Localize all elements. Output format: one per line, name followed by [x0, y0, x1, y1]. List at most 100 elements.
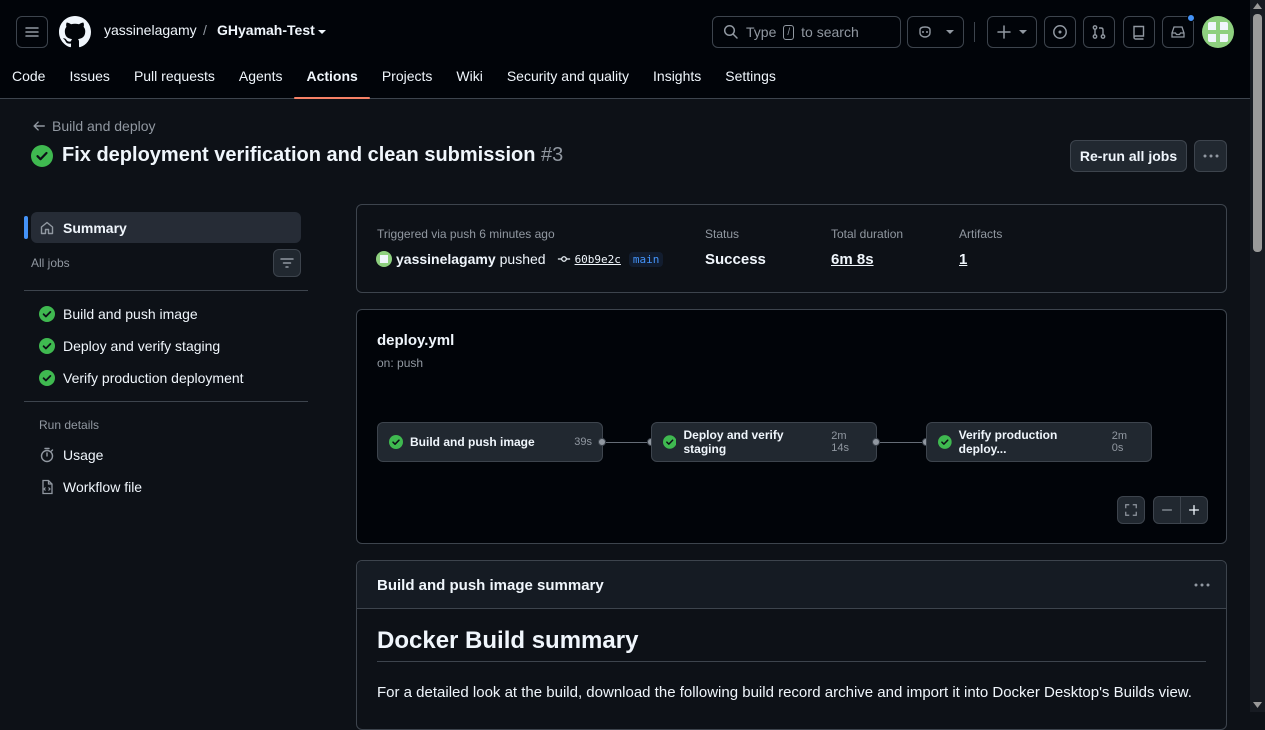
nav-pull-requests[interactable]: Pull requests	[122, 66, 227, 99]
graph-connector-dot	[598, 438, 606, 446]
breadcrumb-separator: /	[203, 22, 207, 38]
check-circle-icon	[39, 338, 55, 354]
graph-job-duration: 39s	[574, 436, 592, 448]
sidebar-item-workflow-file[interactable]: Workflow file	[39, 479, 142, 495]
sidebar-job[interactable]: Build and push image	[39, 306, 198, 322]
repo-name-link[interactable]: GHyamah-Test	[217, 22, 315, 38]
commit-link[interactable]: 60b9e2c	[575, 253, 621, 266]
nav-agents[interactable]: Agents	[227, 66, 295, 99]
check-circle-icon	[39, 370, 55, 386]
nav-issues[interactable]: Issues	[57, 66, 121, 99]
status-label: Status	[705, 227, 740, 241]
job-summary-title: Build and push image summary	[377, 577, 604, 594]
zoom-out-button[interactable]	[1153, 496, 1181, 524]
heading-rule	[377, 661, 1206, 662]
pull-requests-button[interactable]	[1083, 16, 1115, 48]
workflow-file-name[interactable]: deploy.yml	[377, 332, 454, 349]
sidebar-job[interactable]: Deploy and verify staging	[39, 338, 220, 354]
stopwatch-icon	[40, 447, 54, 463]
graph-job-production[interactable]: Verify production deploy... 2m 0s	[926, 422, 1152, 462]
summary-paragraph: For a detailed look at the build, downlo…	[377, 684, 1192, 701]
sidebar-job-label: Deploy and verify staging	[63, 338, 221, 354]
graph-job-build[interactable]: Build and push image 39s	[377, 422, 603, 462]
sidebar-item-usage[interactable]: Usage	[39, 447, 103, 463]
header-divider	[974, 22, 975, 42]
home-icon	[40, 221, 54, 234]
minus-icon	[1161, 509, 1173, 511]
sidebar-job-label: Verify production deployment	[63, 370, 244, 386]
workflow-graph-panel: deploy.yml on: push Build and push image…	[356, 309, 1227, 544]
sidebar-divider	[24, 290, 308, 291]
zoom-in-button[interactable]	[1180, 496, 1208, 524]
trigger-detail: yassinelagamy pushed 60b9e2c main	[376, 251, 664, 267]
graph-job-duration: 2m 0s	[1111, 430, 1128, 454]
summary-label: Summary	[63, 219, 127, 236]
filter-jobs-button[interactable]	[273, 249, 301, 277]
job-summary-panel: Build and push image summary Docker Buil…	[356, 560, 1227, 730]
rerun-all-jobs-button[interactable]: Re-run all jobs	[1070, 140, 1187, 172]
nav-code[interactable]: Code	[0, 66, 57, 99]
file-code-icon	[42, 479, 53, 495]
run-meta-panel: Triggered via push 6 minutes ago yassine…	[356, 204, 1227, 293]
pull-request-icon	[1092, 25, 1106, 39]
plus-icon	[997, 25, 1011, 39]
graph-edge	[880, 442, 922, 443]
caret-down-icon[interactable]	[317, 28, 327, 36]
fullscreen-icon	[1125, 504, 1137, 516]
nav-settings[interactable]: Settings	[713, 66, 788, 99]
caret-down-icon	[945, 30, 954, 34]
sidebar-job[interactable]: Verify production deployment	[39, 370, 244, 386]
nav-insights[interactable]: Insights	[641, 66, 713, 99]
search-suffix: to search	[801, 24, 859, 40]
arrow-left-icon	[33, 121, 45, 131]
nav-projects[interactable]: Projects	[370, 66, 445, 99]
nav-actions[interactable]: Actions	[294, 66, 371, 99]
artifacts-link[interactable]: 1	[959, 251, 967, 268]
check-circle-icon	[39, 306, 55, 322]
nav-wiki[interactable]: Wiki	[444, 66, 494, 99]
job-summary-header: Build and push image summary	[357, 561, 1226, 609]
actor-avatar[interactable]	[376, 251, 392, 267]
run-title-text: Fix deployment verification and clean su…	[62, 144, 536, 166]
graph-job-name: Verify production deploy...	[958, 428, 1058, 456]
sidebar-item-summary[interactable]: Summary	[31, 212, 301, 243]
page-scrollbar[interactable]	[1250, 0, 1265, 712]
search-input[interactable]: Type / to search	[712, 16, 901, 48]
workflow-file-label: Workflow file	[63, 479, 143, 495]
graph-job-duration: 2m 14s	[831, 430, 849, 454]
run-menu-button[interactable]	[1194, 140, 1227, 172]
avatar[interactable]	[1202, 16, 1234, 48]
scroll-up-icon[interactable]	[1253, 3, 1262, 9]
menu-button[interactable]	[16, 16, 48, 48]
github-logo[interactable]	[59, 16, 91, 48]
repo-owner-link[interactable]: yassinelagamy	[104, 22, 197, 38]
usage-label: Usage	[63, 447, 104, 463]
nav-security[interactable]: Security and quality	[495, 66, 641, 99]
workflow-trigger: on: push	[377, 356, 424, 370]
duration-link[interactable]: 6m 8s	[831, 251, 874, 268]
active-indicator	[24, 216, 28, 239]
actor-link[interactable]: yassinelagamy	[396, 251, 496, 267]
repositories-button[interactable]	[1123, 16, 1155, 48]
graph-job-name: Deploy and verify staging	[683, 428, 784, 456]
branch-badge[interactable]: main	[628, 251, 664, 267]
check-circle-icon	[938, 435, 952, 449]
caret-down-icon	[1019, 30, 1027, 34]
kebab-icon[interactable]	[1194, 583, 1210, 587]
check-circle-icon	[663, 435, 677, 449]
back-to-workflow-link[interactable]: Build and deploy	[32, 118, 156, 134]
repo-icon	[1133, 25, 1145, 40]
github-mark-icon	[59, 16, 91, 48]
issues-button[interactable]	[1044, 16, 1076, 48]
issue-icon	[1053, 25, 1067, 39]
copilot-button[interactable]	[907, 16, 964, 48]
status-value: Success	[705, 251, 766, 268]
scrollbar-thumb[interactable]	[1253, 14, 1262, 252]
hamburger-icon	[25, 27, 39, 37]
scroll-down-icon[interactable]	[1253, 702, 1262, 708]
fullscreen-button[interactable]	[1117, 496, 1145, 524]
create-new-button[interactable]	[987, 16, 1037, 48]
graph-job-name: Build and push image	[410, 435, 535, 449]
graph-job-staging[interactable]: Deploy and verify staging 2m 14s	[651, 422, 877, 462]
repo-nav: Code Issues Pull requests Agents Actions…	[0, 66, 788, 99]
